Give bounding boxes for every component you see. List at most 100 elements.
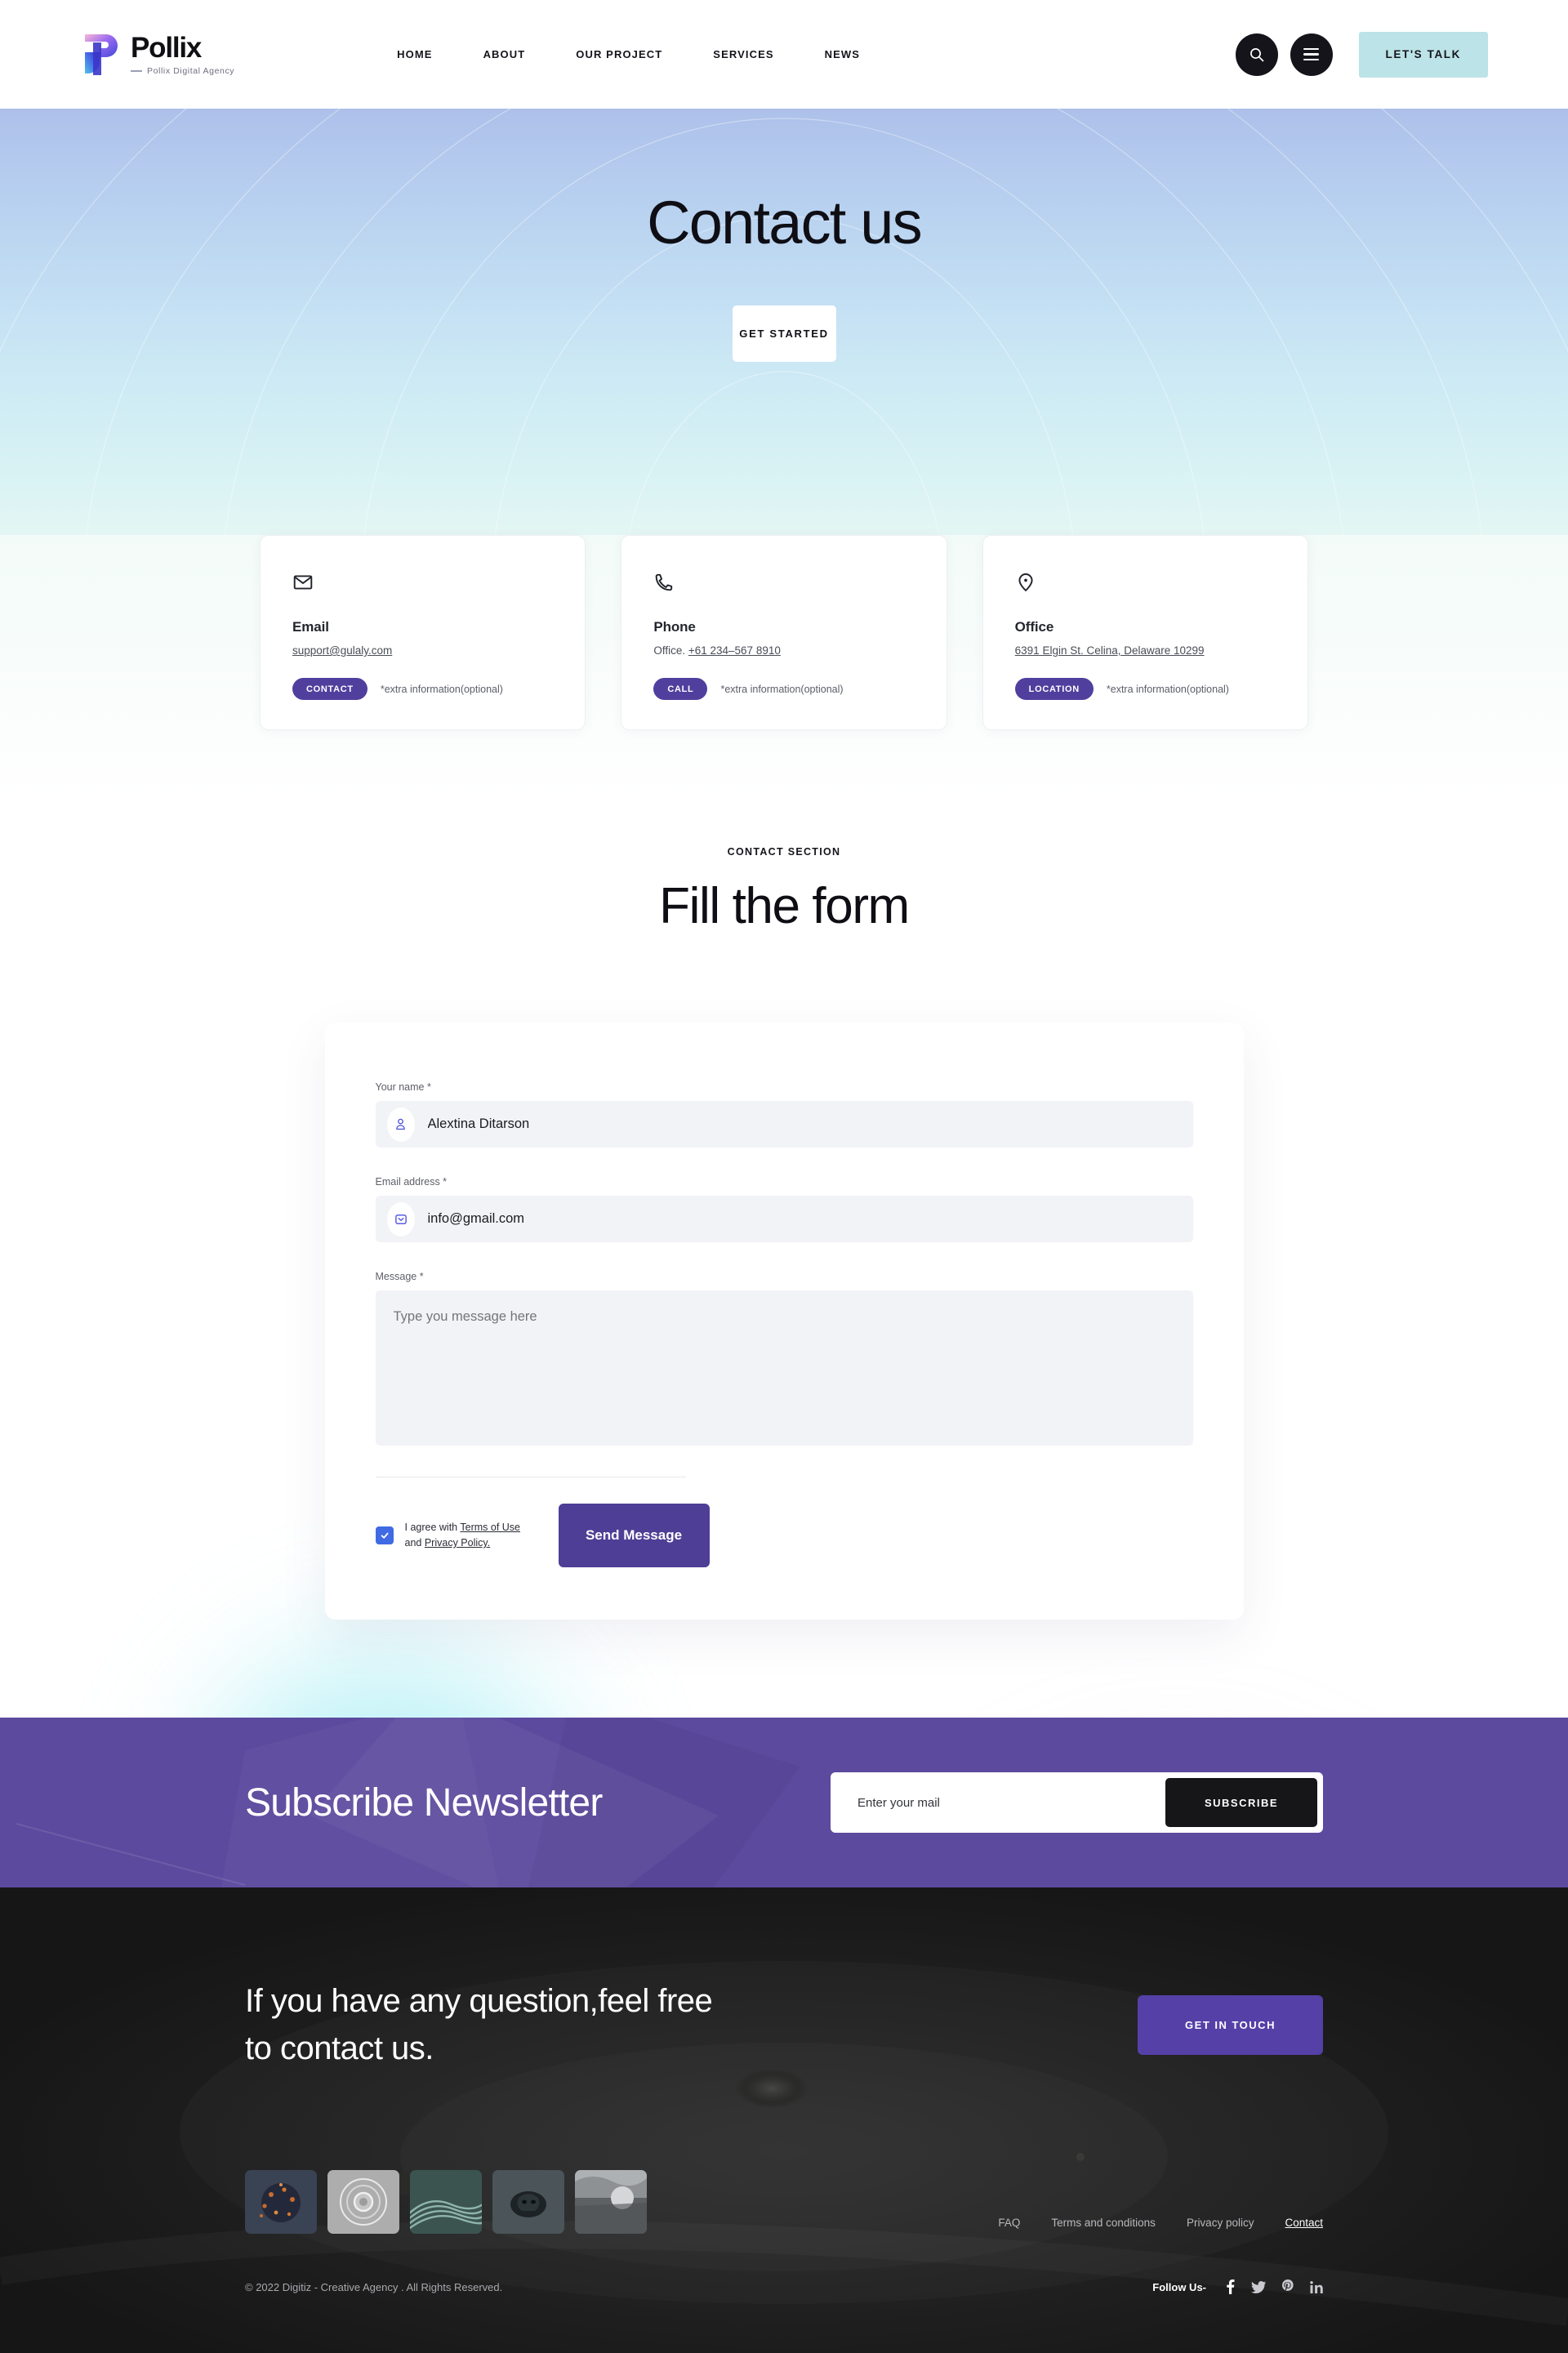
sphere-network-thumb[interactable]	[245, 2170, 317, 2234]
hamburger-menu-icon	[1303, 47, 1320, 61]
card-note: *extra information(optional)	[380, 683, 503, 695]
footer-link-terms[interactable]: Terms and conditions	[1051, 2217, 1156, 2229]
site-footer: If you have any question,feel free to con…	[0, 1887, 1568, 2353]
envelope-icon	[386, 1201, 415, 1237]
email-link[interactable]: support@gulaly.com	[292, 644, 392, 657]
card-value: Office. +61 234–567 8910	[653, 644, 914, 657]
name-input[interactable]	[414, 1101, 1193, 1148]
pinterest-icon[interactable]	[1282, 2279, 1294, 2294]
user-icon	[386, 1107, 415, 1142]
contact-button[interactable]: CONTACT	[292, 678, 368, 700]
terms-of-use-link[interactable]: Terms of Use	[460, 1522, 520, 1533]
desert-sphere-thumb[interactable]	[575, 2170, 647, 2234]
nav-item-home[interactable]: HOME	[372, 48, 457, 60]
primary-nav: HOME ABOUT OUR PROJECT SERVICES NEWS	[372, 48, 885, 60]
newsletter-title: Subscribe Newsletter	[245, 1780, 603, 1825]
menu-button[interactable]	[1290, 33, 1333, 76]
agree-prefix: I agree with	[404, 1521, 461, 1533]
message-label: Message *	[375, 1271, 424, 1282]
contact-form-card: Your name * Email address *	[324, 1023, 1244, 1620]
footer-cta: If you have any question,feel free to con…	[245, 1977, 1323, 2072]
twitter-icon[interactable]	[1251, 2280, 1266, 2293]
hero-content: Contact us GET STARTED	[0, 109, 1568, 362]
footer-links: FAQ Terms and conditions Privacy policy …	[998, 2217, 1323, 2234]
contact-card-office: Office 6391 Elgin St. Celina, Delaware 1…	[982, 535, 1308, 730]
section-title: Fill the form	[659, 878, 910, 934]
card-actions: LOCATION *extra information(optional)	[1014, 678, 1276, 700]
desert-sphere-image	[575, 2170, 647, 2234]
nav-item-news[interactable]: NEWS	[800, 48, 885, 60]
subscribe-button[interactable]: SUBSCRIBE	[1165, 1778, 1317, 1827]
field-message: Message *	[375, 1271, 1193, 1446]
email-input-row[interactable]	[375, 1196, 1193, 1242]
name-input-row[interactable]	[375, 1101, 1193, 1148]
get-started-button[interactable]: GET STARTED	[732, 305, 836, 362]
contact-card-email: Email support@gulaly.com CONTACT *extra …	[260, 535, 586, 730]
call-button[interactable]: CALL	[653, 678, 708, 700]
card-value: 6391 Elgin St. Celina, Delaware 10299	[1015, 644, 1276, 657]
sphere-network-image	[245, 2170, 317, 2234]
search-button[interactable]	[1235, 33, 1278, 76]
map-pin-icon	[1015, 572, 1276, 601]
contact-card-phone: Phone Office. +61 234–567 8910 CALL *ext…	[621, 535, 947, 730]
nav-item-about[interactable]: ABOUT	[458, 48, 551, 60]
phone-icon	[653, 572, 914, 601]
header-actions: LET'S TALK	[1235, 31, 1488, 78]
logo[interactable]: Pollix Pollix Digital Agency	[80, 31, 234, 78]
check-icon	[381, 1532, 388, 1539]
section-eyebrow: CONTACT SECTION	[727, 846, 841, 858]
phone-link[interactable]: +61 234–567 8910	[688, 644, 781, 657]
footer-link-contact[interactable]: Contact	[1285, 2217, 1323, 2229]
hero-section: Contact us GET STARTED	[0, 109, 1568, 608]
nav-item-services[interactable]: SERVICES	[688, 48, 799, 60]
agree-middle: and	[404, 1537, 425, 1549]
linkedin-icon[interactable]	[1310, 2280, 1323, 2293]
envelope-icon	[292, 572, 553, 601]
card-title: Email	[292, 619, 329, 635]
logo-dash	[131, 69, 142, 72]
card-prefix: Office.	[653, 644, 688, 657]
newsletter-content: Subscribe Newsletter SUBSCRIBE	[245, 1718, 1323, 1887]
silver-disc-image	[327, 2170, 399, 2234]
silver-disc-thumb[interactable]	[327, 2170, 399, 2234]
card-actions: CALL *extra information(optional)	[653, 678, 914, 700]
footer-content: If you have any question,feel free to con…	[245, 1977, 1323, 2353]
lets-talk-button[interactable]: LET'S TALK	[1358, 31, 1488, 78]
pollix-logo-icon	[85, 33, 118, 75]
field-name: Your name *	[375, 1081, 1193, 1148]
agree-text: I agree with Terms of Use and Privacy Po…	[405, 1520, 528, 1552]
form-footer: I agree with Terms of Use and Privacy Po…	[375, 1504, 1193, 1567]
footer-thumbnails	[245, 2170, 647, 2234]
contact-form-section: CONTACT SECTION Fill the form Your name …	[0, 800, 1568, 1718]
privacy-policy-link[interactable]: Privacy Policy.	[425, 1537, 490, 1549]
newsletter-section: Subscribe Newsletter SUBSCRIBE	[0, 1718, 1568, 1887]
get-in-touch-button[interactable]: GET IN TOUCH	[1138, 1994, 1323, 2055]
card-title: Office	[1014, 619, 1054, 635]
green-waves-thumb[interactable]	[410, 2170, 482, 2234]
search-icon	[1250, 47, 1263, 61]
logo-tagline-text: Pollix Digital Agency	[147, 65, 235, 76]
message-textarea[interactable]	[393, 1308, 1175, 1428]
location-button[interactable]: LOCATION	[1014, 678, 1094, 700]
facebook-icon[interactable]	[1226, 2279, 1235, 2294]
footer-link-privacy[interactable]: Privacy policy	[1187, 2217, 1254, 2229]
follow-us: Follow Us-	[1152, 2279, 1323, 2294]
field-email: Email address *	[375, 1176, 1193, 1242]
message-textarea-box[interactable]	[375, 1290, 1193, 1446]
chrome-skull-thumb[interactable]	[492, 2170, 564, 2234]
follow-label: Follow Us-	[1152, 2280, 1206, 2293]
address-link[interactable]: 6391 Elgin St. Celina, Delaware 10299	[1015, 644, 1205, 657]
footer-middle: FAQ Terms and conditions Privacy policy …	[245, 2170, 1323, 2234]
card-title: Phone	[653, 619, 696, 635]
newsletter-form: SUBSCRIBE	[831, 1772, 1323, 1833]
footer-cta-line1: If you have any question,feel free	[245, 1983, 713, 2019]
gradient-blob-cyan	[194, 1651, 578, 1718]
send-message-button[interactable]: Send Message	[558, 1504, 710, 1567]
footer-link-faq[interactable]: FAQ	[998, 2217, 1020, 2229]
site-header: Pollix Pollix Digital Agency HOME ABOUT …	[0, 0, 1568, 109]
nav-item-our-project[interactable]: OUR PROJECT	[550, 48, 688, 60]
newsletter-email-input[interactable]	[831, 1795, 1165, 1810]
page-root: Pollix Pollix Digital Agency HOME ABOUT …	[0, 0, 1568, 2353]
email-input[interactable]	[414, 1196, 1193, 1242]
agree-checkbox[interactable]	[375, 1526, 394, 1544]
